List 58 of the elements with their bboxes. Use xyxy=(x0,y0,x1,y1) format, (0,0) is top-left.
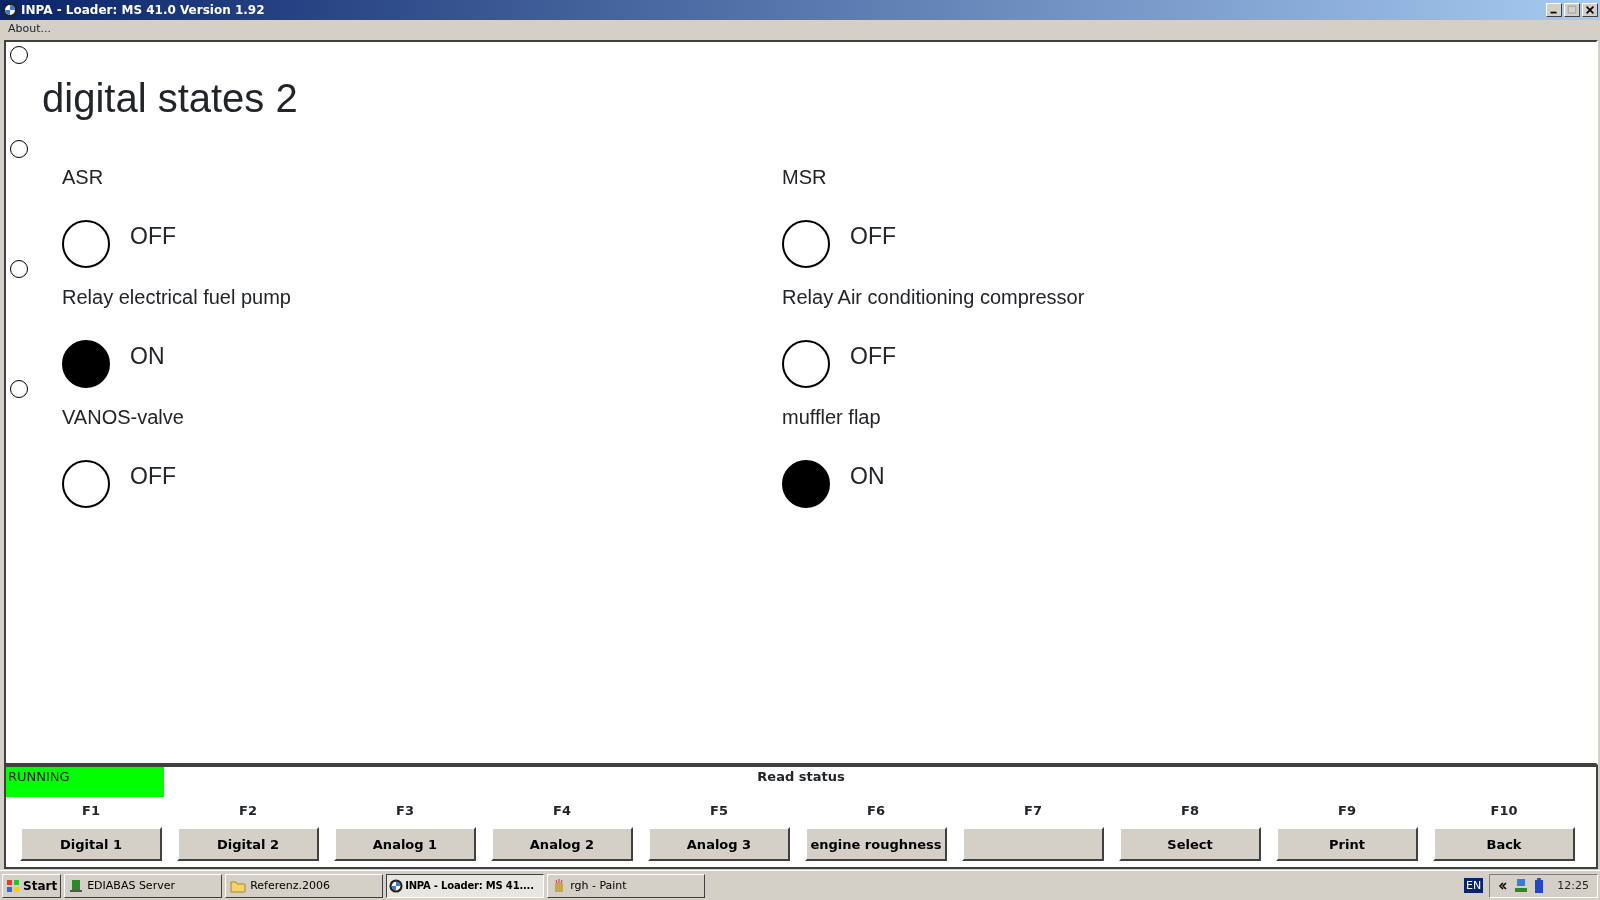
function-button[interactable] xyxy=(962,827,1104,861)
state-text: OFF xyxy=(850,341,896,371)
signal-label: Relay electrical fuel pump xyxy=(62,285,292,310)
signal-label: Relay Air conditioning compressor xyxy=(782,285,1086,310)
start-button[interactable]: Start xyxy=(2,873,62,898)
battery-icon[interactable] xyxy=(1534,877,1545,894)
taskbar-button[interactable]: EDIABAS Server xyxy=(64,873,223,898)
function-button[interactable]: engine roughness xyxy=(805,827,947,861)
menu-item[interactable]: About... xyxy=(8,22,51,35)
clock: 12:25 xyxy=(1557,879,1589,892)
server-icon xyxy=(69,878,84,893)
window-title: INPA - Loader: MS 41.0 Version 1.92 xyxy=(21,3,266,17)
state-text: OFF xyxy=(130,461,176,491)
taskbar-button[interactable]: INPA - Loader: MS 41.... xyxy=(386,873,545,898)
app-logo-icon xyxy=(389,878,404,893)
screen-title: digital states 2 xyxy=(42,75,298,122)
function-button[interactable]: Analog 3 xyxy=(648,827,790,861)
function-button[interactable]: Digital 1 xyxy=(20,827,162,861)
close-button[interactable] xyxy=(1582,3,1598,17)
key-label: F10 xyxy=(1490,802,1518,820)
function-button[interactable]: Print xyxy=(1276,827,1418,861)
key-label: F1 xyxy=(82,802,100,820)
app-logo-icon xyxy=(2,2,18,18)
key-label: F5 xyxy=(710,802,728,820)
taskbar-button[interactable]: Referenz.2006 xyxy=(225,873,384,898)
folder-icon xyxy=(230,878,247,893)
state-text: ON xyxy=(130,341,165,371)
radio-button[interactable] xyxy=(10,380,28,398)
key-label: F9 xyxy=(1338,802,1356,820)
radio-button[interactable] xyxy=(10,46,28,64)
windows-logo-icon xyxy=(6,878,20,893)
status-indicator: RUNNING xyxy=(6,767,164,797)
state-text: ON xyxy=(850,461,885,491)
status-message: Read status xyxy=(757,769,845,784)
radio-button[interactable] xyxy=(10,140,28,158)
function-button[interactable]: Back xyxy=(1433,827,1575,861)
maximize-button[interactable] xyxy=(1564,3,1580,17)
state-text: OFF xyxy=(130,221,176,251)
minimize-button[interactable] xyxy=(1546,3,1562,17)
key-label: F6 xyxy=(867,802,885,820)
language-indicator[interactable]: EN xyxy=(1464,878,1484,893)
radio-button[interactable] xyxy=(10,260,28,278)
signal-label: MSR xyxy=(782,165,828,190)
key-label: F4 xyxy=(553,802,571,820)
signal-label: ASR xyxy=(62,165,105,190)
taskbar-button[interactable]: rgh - Paint xyxy=(547,873,706,898)
key-label: F7 xyxy=(1024,802,1042,820)
signal-label: VANOS-valve xyxy=(62,405,185,430)
function-button[interactable]: Select xyxy=(1119,827,1261,861)
key-label: F8 xyxy=(1181,802,1199,820)
key-label: F3 xyxy=(396,802,414,820)
signal-label: muffler flap xyxy=(782,405,882,430)
function-button[interactable]: Digital 2 xyxy=(177,827,319,861)
chevron-icon[interactable] xyxy=(1498,880,1509,891)
state-text: OFF xyxy=(850,221,896,251)
key-label: F2 xyxy=(239,802,257,820)
function-button[interactable]: Analog 1 xyxy=(334,827,476,861)
function-button[interactable]: Analog 2 xyxy=(491,827,633,861)
